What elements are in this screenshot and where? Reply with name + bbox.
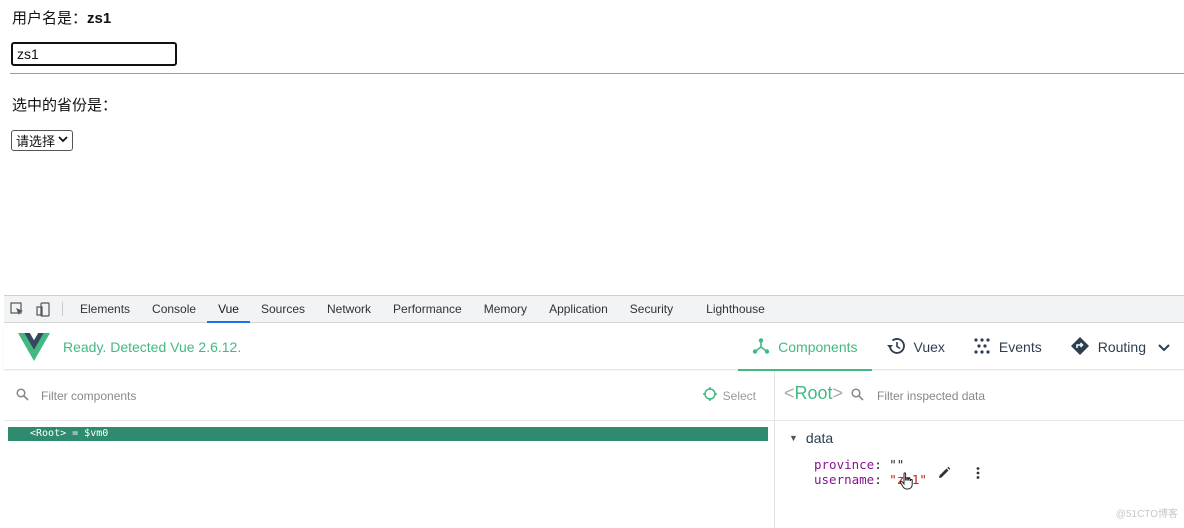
select-label: Select — [722, 388, 756, 403]
province-label: 选中的省份是： — [12, 96, 118, 114]
username-label: 用户名是： — [12, 9, 88, 27]
nav-components[interactable]: Components — [738, 324, 872, 371]
province-select-value: 请选择 — [16, 135, 56, 150]
username-value: zs1 — [87, 10, 112, 27]
data-prop-province: province: "" — [814, 457, 905, 472]
chevron-down-icon — [58, 135, 68, 146]
tab-security[interactable]: Security — [619, 296, 684, 322]
toolbar-separator — [62, 302, 63, 316]
nav-components-label: Components — [778, 339, 858, 355]
tree-node-root[interactable]: <Root> = $vm0 — [8, 427, 768, 441]
nav-routing-label: Routing — [1097, 339, 1146, 355]
devtools-panel: Elements Console Vue Sources Network Per… — [4, 295, 1184, 528]
inspected-component-name: <Root> — [784, 383, 844, 403]
select-component-button[interactable]: Select — [702, 387, 756, 404]
nav-routing[interactable]: Routing — [1056, 324, 1184, 370]
chevron-down-icon[interactable] — [1158, 340, 1170, 355]
nav-events-label: Events — [998, 339, 1042, 355]
username-input[interactable] — [11, 42, 177, 66]
inspect-element-icon[interactable] — [4, 296, 30, 322]
watermark: @51CTO博客 — [1115, 509, 1178, 520]
data-section-label: data — [805, 430, 834, 446]
routing-icon — [1070, 336, 1090, 359]
inspector-header: <Root> Filter inspected data — [775, 371, 1184, 421]
events-icon — [973, 337, 991, 358]
tab-memory[interactable]: Memory — [473, 296, 538, 322]
filter-inspected-data-input[interactable]: Filter inspected data — [877, 389, 985, 403]
tab-vue[interactable]: Vue — [207, 296, 250, 323]
data-section-toggle[interactable]: ▼ data — [789, 430, 833, 446]
tab-performance[interactable]: Performance — [382, 296, 473, 322]
nav-events[interactable]: Events — [959, 324, 1056, 370]
vue-logo-icon — [18, 333, 50, 361]
username-display: 用户名是：zs1 — [12, 7, 111, 28]
components-tree-pane: Filter components Select <Root> = $vm0 — [4, 371, 774, 528]
filter-components-bar: Filter components Select — [4, 371, 774, 421]
province-select[interactable]: 请选择 — [11, 130, 74, 151]
vue-status: Ready. Detected Vue 2.6.12. — [63, 339, 242, 355]
tab-elements[interactable]: Elements — [69, 296, 141, 322]
prop-value[interactable]: "" — [889, 457, 904, 472]
filter-components-input[interactable]: Filter components — [41, 389, 136, 403]
tab-network[interactable]: Network — [316, 296, 382, 322]
history-icon — [886, 337, 906, 358]
search-icon — [16, 388, 29, 404]
components-icon — [752, 337, 770, 358]
nav-vuex-label: Vuex — [913, 339, 945, 355]
vue-nav: Components Vuex Events Routing — [738, 324, 1184, 371]
tab-console[interactable]: Console — [141, 296, 207, 322]
more-vertical-icon[interactable] — [975, 465, 981, 484]
tab-lighthouse[interactable]: Lighthouse — [684, 296, 776, 322]
caret-down-icon: ▼ — [789, 433, 798, 443]
hand-cursor-icon — [899, 472, 915, 494]
target-icon — [702, 387, 717, 404]
devtools-tab-bar: Elements Console Vue Sources Network Per… — [4, 296, 1184, 323]
app-page: 用户名是：zs1 选中的省份是： 请选择 — [0, 0, 1184, 295]
prop-key: province — [814, 457, 875, 472]
horizontal-rule — [10, 73, 1184, 74]
device-toolbar-icon[interactable] — [30, 296, 56, 322]
nav-vuex[interactable]: Vuex — [872, 324, 959, 370]
prop-key: username — [814, 472, 875, 487]
tab-sources[interactable]: Sources — [250, 296, 316, 322]
search-icon — [851, 388, 864, 406]
vue-devtools-header: Ready. Detected Vue 2.6.12. Components V… — [4, 324, 1184, 371]
tab-application[interactable]: Application — [538, 296, 619, 322]
pencil-icon[interactable] — [937, 465, 951, 484]
